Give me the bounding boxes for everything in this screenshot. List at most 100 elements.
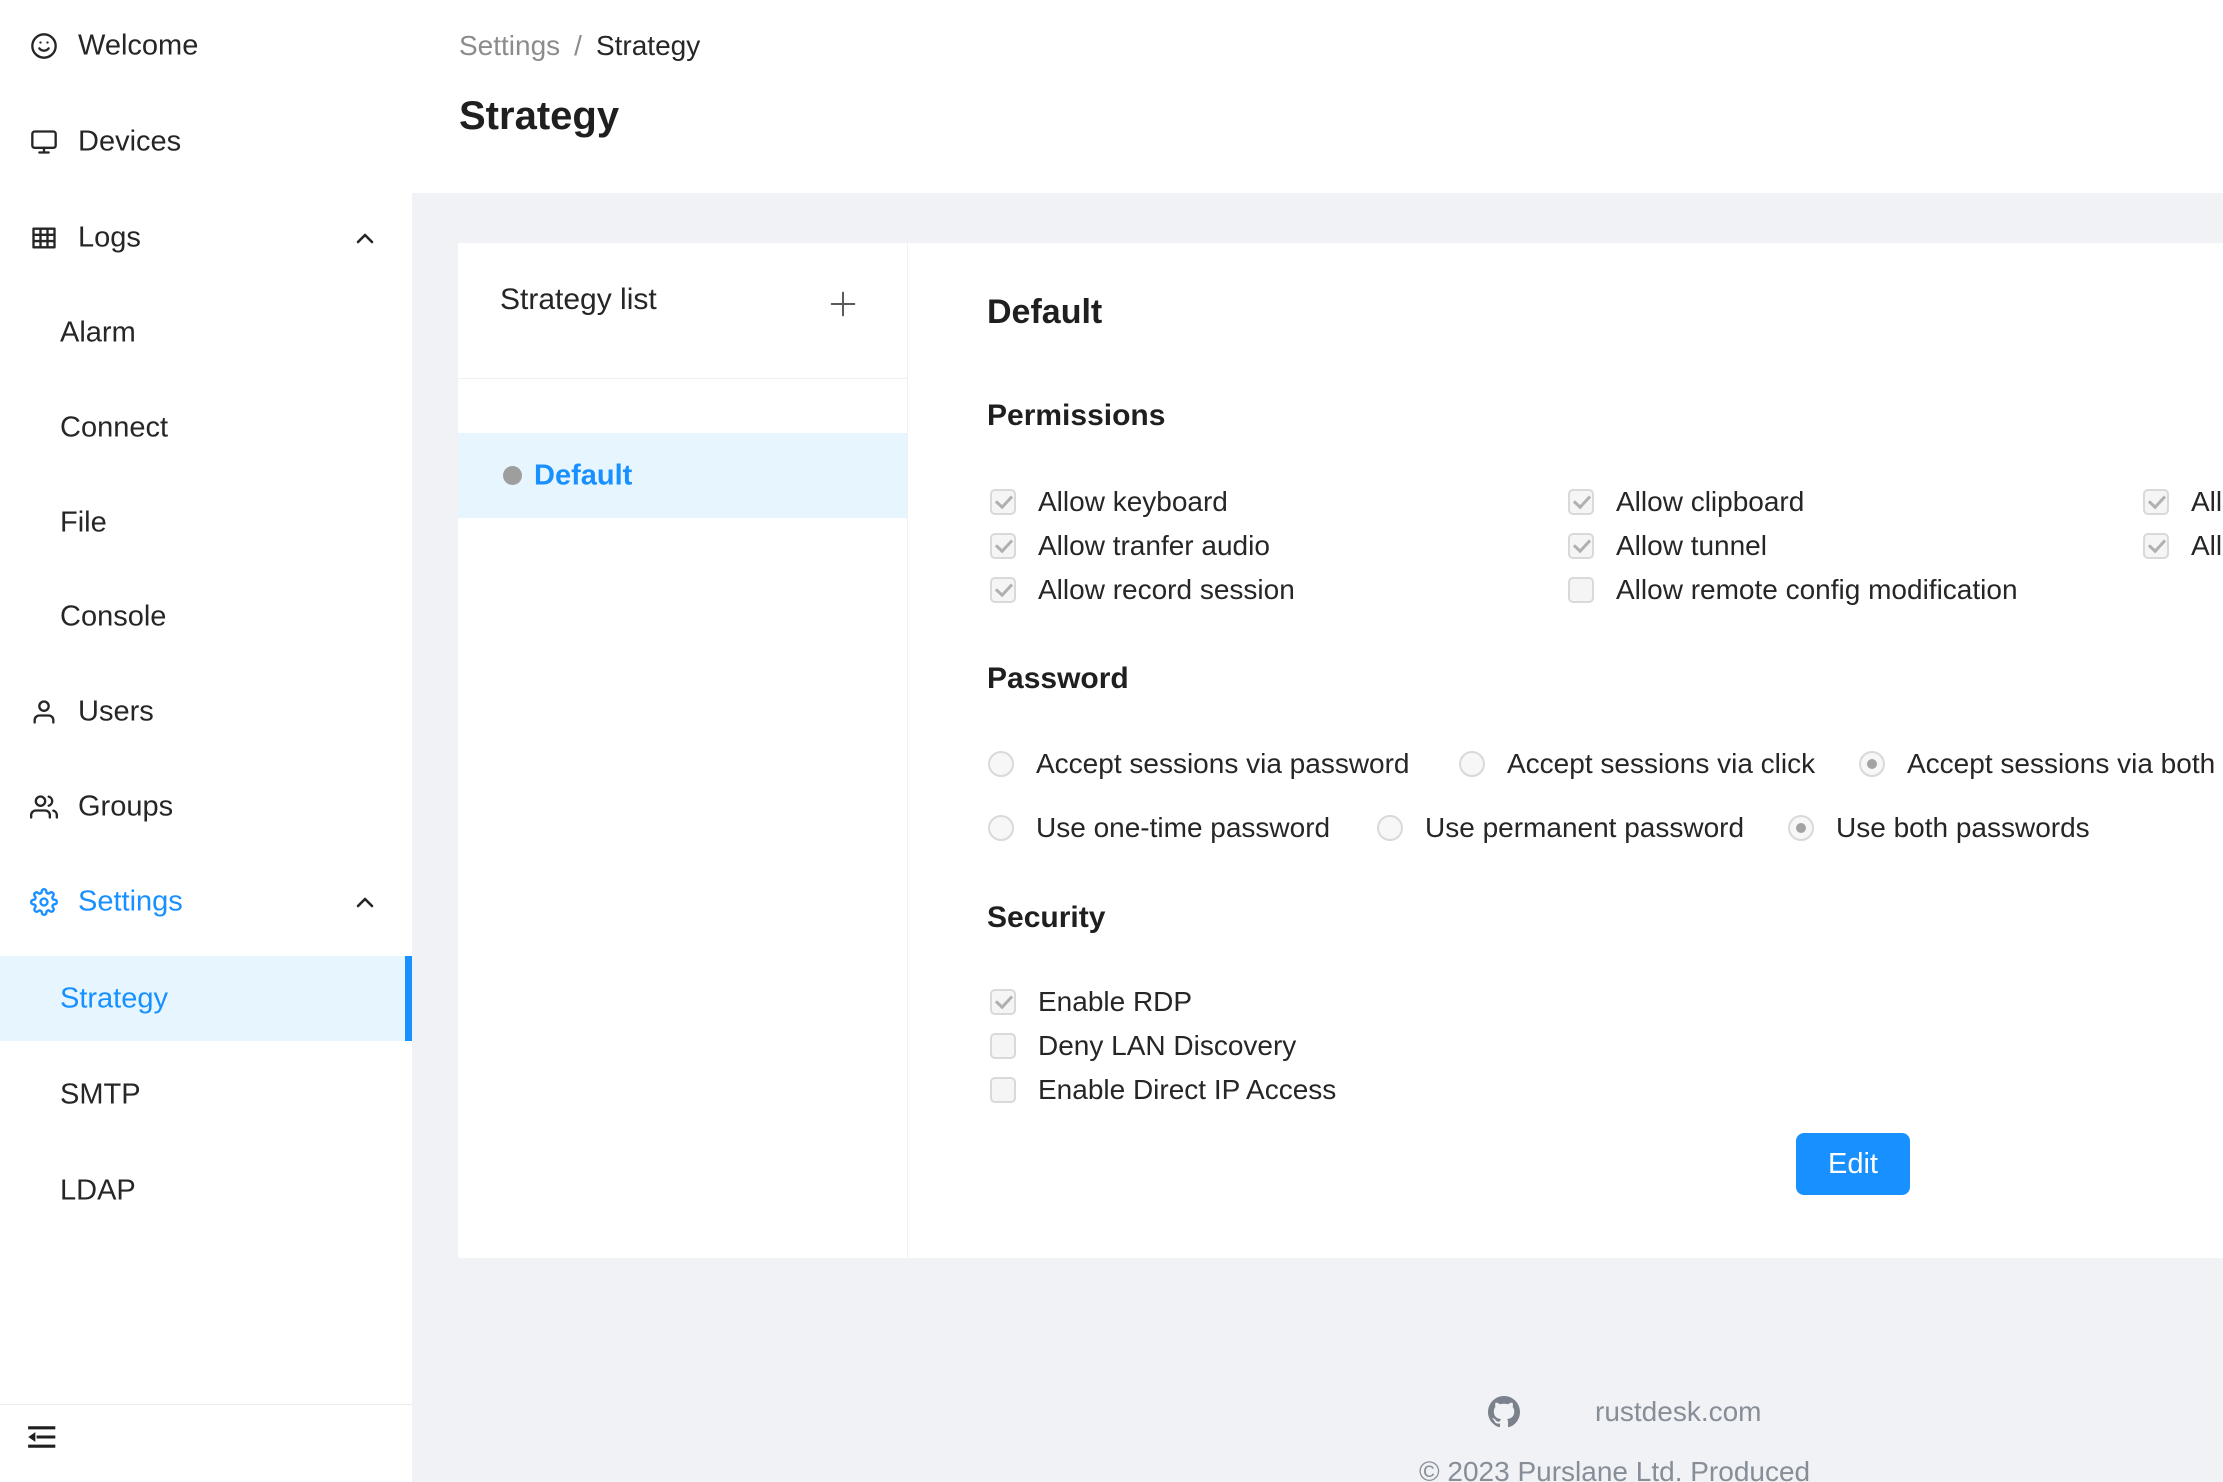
checkbox-unchecked-icon xyxy=(1568,577,1594,603)
checkbox-label: Allow tranfer audio xyxy=(1038,530,1270,562)
radio-unselected-icon xyxy=(1377,815,1403,841)
checkbox-label: Enable Direct IP Access xyxy=(1038,1074,1336,1106)
sidebar-item-label: Devices xyxy=(78,126,181,159)
radio-label: Use both passwords xyxy=(1836,812,2090,844)
checkbox-checked-icon xyxy=(2143,489,2169,515)
user-icon xyxy=(30,698,58,726)
checkbox-unchecked-icon xyxy=(990,1077,1016,1103)
sidebar-item-label: File xyxy=(60,507,107,540)
list-detail-divider xyxy=(907,243,908,1258)
checkbox-allow-record-session: Allow record session xyxy=(990,574,1295,606)
password-heading: Password xyxy=(987,662,1129,696)
page: Settings / Strategy Strategy Welcome Dev… xyxy=(0,0,2223,1482)
sidebar-item-console[interactable]: Console xyxy=(0,585,405,649)
checkbox-label: Allow keyboard xyxy=(1038,486,1228,518)
strategy-list-item-default[interactable]: Default xyxy=(458,433,907,518)
checkbox-label: Allow clipboard xyxy=(1616,486,1804,518)
checkbox-label: Enable RDP xyxy=(1038,986,1192,1018)
rustdesk-site-link[interactable]: rustdesk.com xyxy=(1595,1396,1762,1428)
permissions-heading: Permissions xyxy=(987,399,1165,433)
users-icon xyxy=(30,793,58,821)
strategy-card: Strategy list Default Default Permission… xyxy=(458,243,2223,1258)
monitor-icon xyxy=(30,128,58,156)
checkbox-allow-tranfer-audio: Allow tranfer audio xyxy=(990,530,1270,562)
detail-title: Default xyxy=(987,293,1102,332)
github-link[interactable] xyxy=(1488,1396,1520,1428)
sidebar-item-alarm[interactable]: Alarm xyxy=(0,301,405,365)
checkbox-allow-keyboard: Allow keyboard xyxy=(990,486,1228,518)
checkbox-label: Allow xyxy=(2191,530,2223,562)
radio-one-time-password: Use one-time password xyxy=(988,812,1330,844)
gear-icon xyxy=(30,888,58,916)
chevron-up-icon xyxy=(356,896,374,908)
copyright-text: © 2023 Purslane Ltd. Produced xyxy=(1419,1456,1810,1482)
sidebar-item-settings[interactable]: Settings xyxy=(0,870,405,934)
checkbox-allow-clipboard: Allow clipboard xyxy=(1568,486,1804,518)
checkbox-checked-icon xyxy=(990,577,1016,603)
plus-icon xyxy=(826,287,860,321)
radio-both-passwords: Use both passwords xyxy=(1788,812,2090,844)
sidebar-item-logs[interactable]: Logs xyxy=(0,206,405,270)
security-heading: Security xyxy=(987,901,1105,935)
checkbox-checked-icon xyxy=(990,489,1016,515)
radio-label: Accept sessions via password xyxy=(1036,748,1410,780)
sidebar-item-label: Settings xyxy=(78,886,183,919)
breadcrumb-current: Strategy xyxy=(596,30,700,62)
checkbox-checked-icon xyxy=(1568,533,1594,559)
breadcrumb-separator: / xyxy=(574,30,582,62)
sidebar-item-users[interactable]: Users xyxy=(0,680,405,744)
sidebar-item-label: Strategy xyxy=(60,982,168,1015)
checkbox-allow-remote-config: Allow remote config modification xyxy=(1568,574,2018,606)
sidebar-item-devices[interactable]: Devices xyxy=(0,110,405,174)
radio-accept-via-click: Accept sessions via click xyxy=(1459,748,1815,780)
sidebar-item-label: Users xyxy=(78,696,154,729)
sidebar-item-welcome[interactable]: Welcome xyxy=(0,14,405,78)
radio-label: Accept sessions via click xyxy=(1507,748,1815,780)
sidebar-item-label: LDAP xyxy=(60,1175,136,1208)
radio-selected-icon xyxy=(1859,751,1885,777)
sidebar-divider xyxy=(0,1404,412,1405)
checkbox-enable-rdp: Enable RDP xyxy=(990,986,1192,1018)
github-icon xyxy=(1488,1396,1520,1428)
radio-unselected-icon xyxy=(1459,751,1485,777)
breadcrumb-settings-link[interactable]: Settings xyxy=(459,30,560,62)
checkbox-label: Allow record session xyxy=(1038,574,1295,606)
checkbox-label: Allow xyxy=(2191,486,2223,518)
checkbox-deny-lan-discovery: Deny LAN Discovery xyxy=(990,1030,1296,1062)
sidebar-item-file[interactable]: File xyxy=(0,491,405,555)
checkbox-unchecked-icon xyxy=(990,1033,1016,1059)
radio-unselected-icon xyxy=(988,751,1014,777)
smiley-icon xyxy=(30,32,58,60)
sidebar-item-label: Logs xyxy=(78,222,141,255)
sidebar-collapse-button[interactable] xyxy=(24,1420,66,1462)
checkbox-allow-truncated-2: Allow xyxy=(2143,530,2223,562)
radio-label: Accept sessions via both xyxy=(1907,748,2215,780)
checkbox-checked-icon xyxy=(1568,489,1594,515)
radio-label: Use permanent password xyxy=(1425,812,1744,844)
strategy-item-name: Default xyxy=(534,459,632,492)
sidebar-item-label: SMTP xyxy=(60,1079,141,1112)
edit-button[interactable]: Edit xyxy=(1796,1133,1910,1195)
sidebar-item-label: Welcome xyxy=(78,30,198,63)
checkbox-enable-direct-ip: Enable Direct IP Access xyxy=(990,1074,1336,1106)
sidebar-item-smtp[interactable]: SMTP xyxy=(0,1063,405,1127)
checkbox-checked-icon xyxy=(990,533,1016,559)
checkbox-label: Allow remote config modification xyxy=(1616,574,2018,606)
sidebar-item-ldap[interactable]: LDAP xyxy=(0,1159,405,1223)
sidebar: Welcome Devices Logs Alarm Connect File xyxy=(0,0,412,1482)
checkbox-checked-icon xyxy=(2143,533,2169,559)
table-icon xyxy=(30,224,58,252)
sidebar-item-connect[interactable]: Connect xyxy=(0,396,405,460)
sidebar-item-label: Console xyxy=(60,601,166,634)
checkbox-allow-tunnel: Allow tunnel xyxy=(1568,530,1767,562)
sidebar-item-strategy-selected[interactable]: Strategy xyxy=(0,956,412,1041)
radio-accept-via-both: Accept sessions via both xyxy=(1859,748,2215,780)
radio-selected-icon xyxy=(1788,815,1814,841)
menu-fold-icon xyxy=(24,1420,66,1454)
radio-unselected-icon xyxy=(988,815,1014,841)
add-strategy-button[interactable] xyxy=(826,287,860,321)
sidebar-item-groups[interactable]: Groups xyxy=(0,775,405,839)
checkbox-label: Deny LAN Discovery xyxy=(1038,1030,1296,1062)
radio-accept-via-password: Accept sessions via password xyxy=(988,748,1410,780)
checkbox-label: Allow tunnel xyxy=(1616,530,1767,562)
